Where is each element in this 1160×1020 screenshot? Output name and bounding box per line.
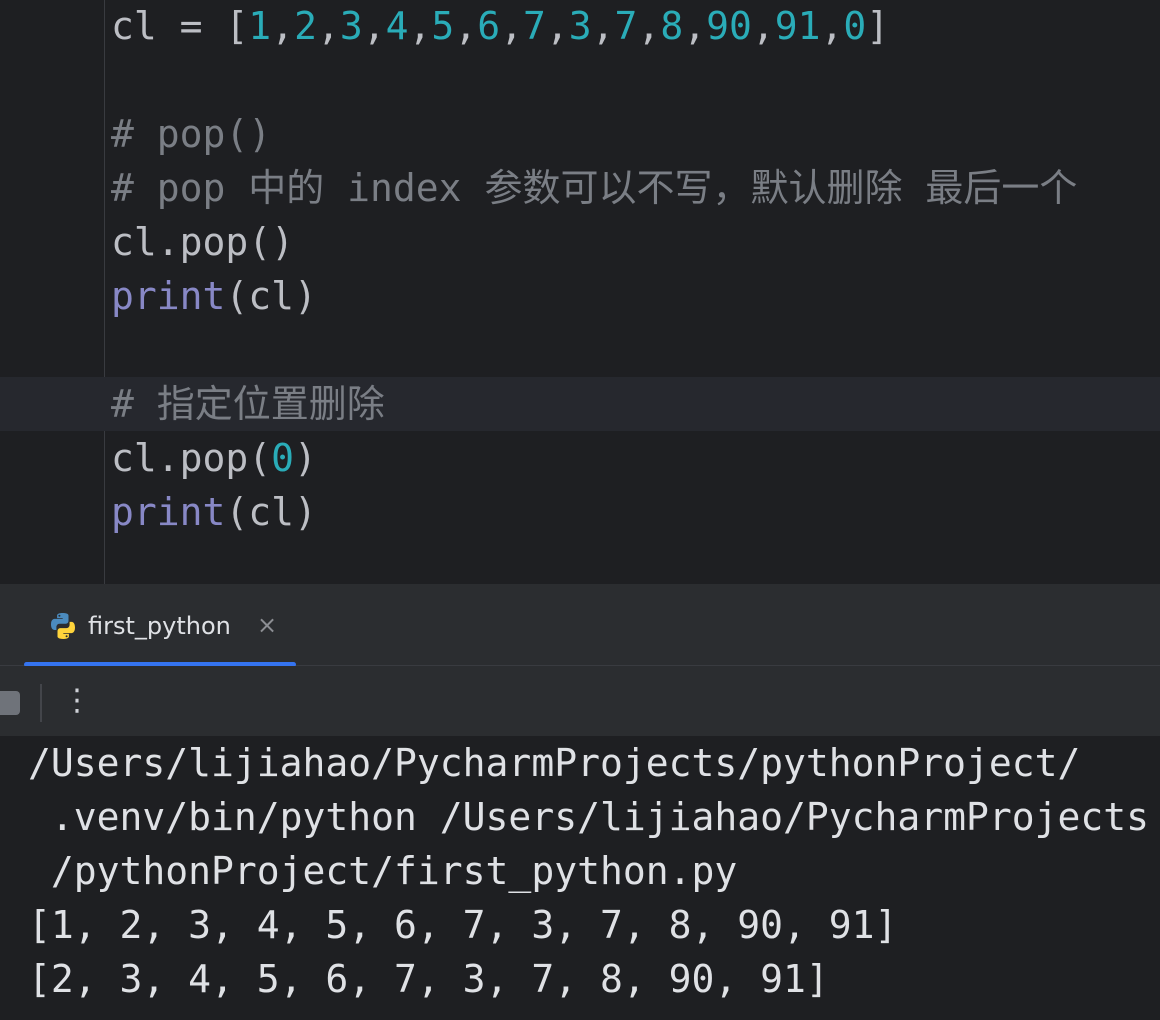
run-toolbar: ⋮ [0, 666, 1160, 736]
code-token: 中的 [248, 166, 325, 210]
code-token: , [271, 4, 295, 48]
code-line[interactable] [0, 53, 1160, 107]
code-token: # pop [111, 166, 249, 210]
code-token: print [111, 274, 226, 318]
more-vertical-icon[interactable]: ⋮ [62, 682, 92, 720]
code-token: print [111, 490, 226, 534]
code-line[interactable] [0, 323, 1160, 377]
console-line: .venv/bin/python /Users/lijiahao/Pycharm… [28, 795, 1150, 839]
console-output[interactable]: /Users/lijiahao/PycharmProjects/pythonPr… [0, 736, 1160, 1020]
code-token: cl = [ [111, 4, 249, 48]
code-token: 0 [271, 436, 295, 480]
close-icon[interactable]: × [256, 613, 278, 637]
code-line-text: # pop 中的 index 参数可以不写，默认删除 最后一个 [111, 161, 1077, 215]
code-token: 1 [248, 4, 272, 48]
code-line[interactable]: cl.pop(0) [0, 431, 1160, 485]
code-editor[interactable]: cl = [1,2,3,4,5,6,7,3,7,8,90,91,0] # pop(… [0, 0, 1160, 584]
code-token: ) [294, 436, 317, 480]
code-line-text: cl = [1,2,3,4,5,6,7,3,7,8,90,91,0] [111, 0, 889, 53]
code-token: (cl) [225, 274, 317, 318]
console-line: [1, 2, 3, 4, 5, 6, 7, 3, 7, 8, 90, 91] [28, 903, 898, 947]
stop-icon[interactable] [0, 691, 20, 715]
console-line: /pythonProject/first_python.py [28, 849, 738, 893]
code-token: cl.pop() [111, 220, 295, 264]
code-token: , [751, 4, 775, 48]
code-token: 8 [660, 4, 684, 48]
run-tab[interactable]: first_python × [24, 584, 296, 667]
code-token: 最后一个 [925, 166, 1078, 210]
code-token: , [454, 4, 478, 48]
code-line-text: # 指定位置删除 [111, 377, 385, 431]
code-token: , [591, 4, 615, 48]
code-token: , [820, 4, 844, 48]
code-line-current[interactable]: # 指定位置删除 [0, 377, 1160, 431]
code-line-text: print(cl) [111, 269, 317, 323]
code-line-text: # pop() [111, 107, 271, 161]
code-line[interactable]: # pop 中的 index 参数可以不写，默认删除 最后一个 [0, 161, 1160, 215]
code-token: , [545, 4, 569, 48]
python-icon [51, 613, 75, 639]
code-token: , [408, 4, 432, 48]
code-token: (cl) [225, 490, 317, 534]
code-token: 7 [522, 4, 546, 48]
console-line: /Users/lijiahao/PycharmProjects/pythonPr… [28, 741, 1081, 785]
code-token: 91 [774, 4, 821, 48]
run-tab-label: first_python [88, 612, 231, 640]
code-line[interactable]: cl.pop() [0, 215, 1160, 269]
code-token: 3 [339, 4, 363, 48]
console-line: [2, 3, 4, 5, 6, 7, 3, 7, 8, 90, 91] [28, 957, 829, 1001]
code-line[interactable]: print(cl) [0, 269, 1160, 323]
code-token: 5 [431, 4, 455, 48]
code-line[interactable]: # pop() [0, 107, 1160, 161]
code-token: ] [866, 4, 890, 48]
code-token: 90 [706, 4, 752, 48]
code-line[interactable]: print(cl) [0, 485, 1160, 539]
code-token: 指定位置删除 [156, 382, 385, 426]
code-token: # pop() [111, 112, 272, 156]
code-token: , [637, 4, 661, 48]
code-line[interactable]: cl = [1,2,3,4,5,6,7,3,7,8,90,91,0] [0, 0, 1160, 53]
code-token: index [324, 166, 485, 210]
code-token: 3 [568, 4, 592, 48]
code-line-text: cl.pop(0) [111, 431, 317, 485]
code-line-text: print(cl) [111, 485, 317, 539]
toolbar-separator [40, 684, 42, 722]
code-token: 0 [843, 4, 867, 48]
code-token: 参数可以不写，默认删除 [484, 166, 903, 210]
code-token: 2 [294, 4, 317, 48]
run-tool-window-header: first_python × [0, 584, 1160, 667]
code-token: , [362, 4, 386, 48]
code-token: 7 [614, 4, 638, 48]
code-token: 4 [385, 4, 409, 48]
code-line-text: cl.pop() [111, 215, 294, 269]
code-token: cl.pop( [111, 436, 272, 480]
code-token: # [111, 382, 157, 426]
code-token: , [316, 4, 340, 48]
code-token: 6 [477, 4, 501, 48]
code-token: , [500, 4, 523, 48]
code-token: , [683, 4, 707, 48]
